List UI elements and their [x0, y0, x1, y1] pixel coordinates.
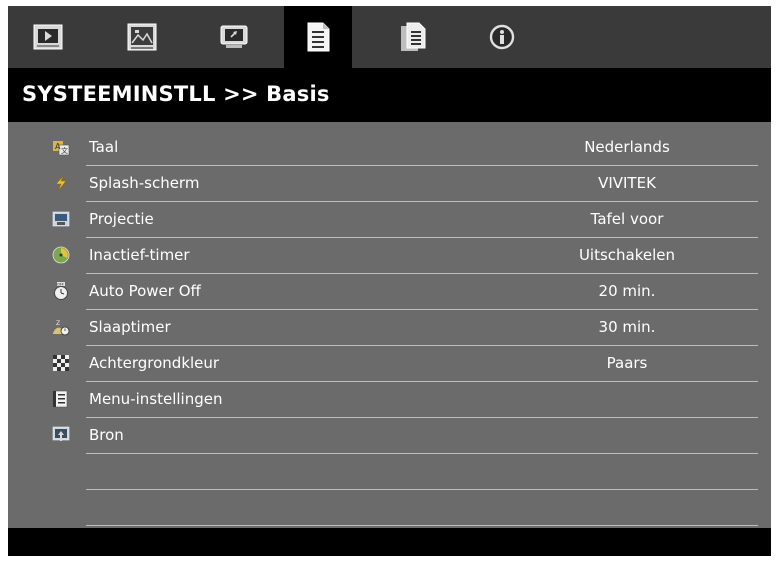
auto-power-off-icon: OFF [54, 282, 68, 300]
divider [86, 453, 758, 454]
menu-item-value: Uitschakelen [578, 246, 676, 264]
menu-item-value: Paars [606, 354, 648, 372]
divider [86, 273, 758, 274]
menu-item-slaaptimer[interactable]: Z Slaaptimer 30 min. [8, 312, 771, 348]
svg-text:Z: Z [56, 320, 60, 327]
divider [86, 345, 758, 346]
menu-item-label: Achtergrondkleur [89, 354, 220, 372]
menu-item-auto-power-off[interactable]: OFF Auto Power Off 20 min. [8, 276, 771, 312]
divider [86, 417, 758, 418]
divider [86, 165, 758, 166]
menu-item-label: Auto Power Off [89, 282, 201, 300]
title-bar: SYSTEEMINSTLL >> Basis [8, 68, 771, 122]
menu-item-menu-instellingen[interactable]: Menu-instellingen [8, 384, 771, 420]
sleep-timer-icon: Z [53, 320, 70, 336]
menu-item-label: Menu-instellingen [89, 390, 223, 408]
svg-text:文: 文 [61, 146, 68, 155]
picture-icon [33, 24, 63, 50]
menu-item-empty [8, 492, 771, 528]
page-title: SYSTEEMINSTLL >> Basis [22, 82, 330, 106]
projection-icon [52, 211, 70, 227]
menu-item-bron[interactable]: Bron [8, 420, 771, 456]
system-settings-advanced-icon [401, 22, 426, 51]
menu-item-value: VIVITEK [598, 174, 656, 192]
osd-menu: SYSTEEMINSTLL >> Basis A 文 Taal Nederlan… [8, 6, 771, 556]
system-settings-basic-icon [307, 22, 330, 52]
menu-item-label: Inactief-timer [89, 246, 190, 264]
background-color-icon [53, 355, 69, 371]
divider [86, 237, 758, 238]
status-bar [8, 528, 771, 556]
menu-item-label: Splash-scherm [89, 174, 200, 192]
menu-settings-icon [53, 390, 68, 408]
menu-item-splash-scherm[interactable]: Splash-scherm VIVITEK [8, 168, 771, 204]
tab-system-advanced[interactable] [379, 6, 447, 68]
menu-item-value: 30 min. [598, 318, 656, 336]
image-adjust-icon [127, 23, 157, 51]
tab-information[interactable] [468, 6, 536, 68]
tab-image[interactable] [108, 6, 176, 68]
language-icon: A 文 [53, 141, 70, 156]
menu-item-label: Bron [89, 426, 124, 444]
menu-item-label: Slaaptimer [89, 318, 171, 336]
source-icon [52, 426, 70, 441]
menu-item-value: Nederlands [584, 138, 670, 156]
menu-item-value: Tafel voor [590, 210, 664, 228]
menu-item-inactief-timer[interactable]: Inactief-timer Uitschakelen [8, 240, 771, 276]
menu-item-projectie[interactable]: Projectie Tafel voor [8, 204, 771, 240]
display-icon [220, 25, 248, 48]
menu-list: A 文 Taal Nederlands Splash-scherm VIVITE… [8, 122, 771, 528]
lightning-icon [55, 174, 67, 192]
menu-item-label: Projectie [89, 210, 154, 228]
menu-item-taal[interactable]: A 文 Taal Nederlands [8, 132, 771, 168]
inactive-timer-icon [52, 246, 70, 264]
tab-display[interactable] [200, 6, 268, 68]
menu-item-achtergrondkleur[interactable]: Achtergrondkleur Paars [8, 348, 771, 384]
divider [86, 525, 758, 526]
divider [86, 201, 758, 202]
menu-item-empty [8, 456, 771, 492]
divider [86, 309, 758, 310]
menu-item-label: Taal [89, 138, 119, 156]
divider [86, 381, 758, 382]
tab-system-basic[interactable] [284, 6, 352, 68]
tab-picture[interactable] [14, 6, 82, 68]
menu-item-value: 20 min. [598, 282, 656, 300]
svg-text:OFF: OFF [57, 282, 64, 286]
divider [86, 489, 758, 490]
information-icon [489, 24, 515, 50]
menu-tab-bar [8, 6, 771, 68]
